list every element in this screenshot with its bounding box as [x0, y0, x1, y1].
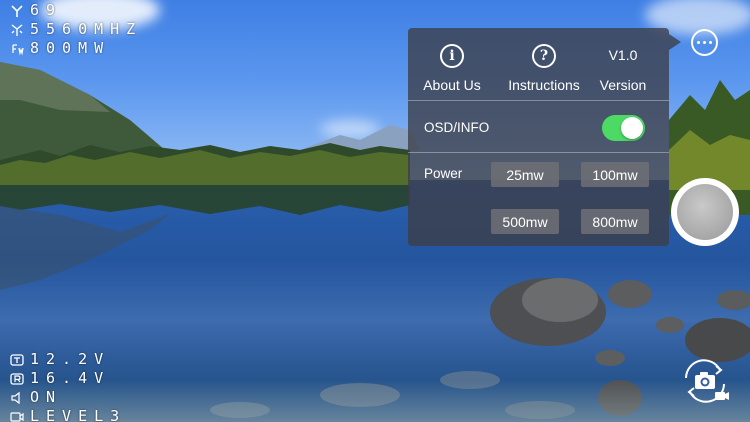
- version-info[interactable]: V1.0 Version: [592, 28, 654, 100]
- power-100mw-button[interactable]: 100mw: [581, 162, 649, 187]
- osd-signal-row: 69: [10, 1, 142, 20]
- about-us-button[interactable]: i About Us: [408, 28, 496, 100]
- osd-video-level-row: LEVEL3: [10, 407, 126, 422]
- osd-audio-value: ON: [30, 388, 63, 406]
- instructions-label: Instructions: [508, 77, 580, 93]
- instructions-button[interactable]: ? Instructions: [496, 28, 592, 100]
- power-25mw-button[interactable]: 25mw: [491, 162, 559, 187]
- osd-signal-value: 69: [30, 1, 63, 19]
- info-icon: i: [440, 44, 464, 68]
- version-value: V1.0: [608, 47, 638, 63]
- receiver-battery-icon: [10, 372, 24, 385]
- osd-frequency-row: 5560MHZ: [10, 20, 142, 39]
- power-500mw-button[interactable]: 500mw: [491, 209, 559, 234]
- osd-top-left: 69 5560MHZ 800MW: [10, 1, 142, 58]
- osd-info-toggle[interactable]: [602, 115, 645, 141]
- osd-info-label: OSD/INFO: [424, 120, 490, 135]
- transmitter-battery-icon: [10, 353, 24, 366]
- antenna-icon: [11, 4, 23, 17]
- osd-power-value: 800MW: [30, 39, 111, 57]
- divider: [408, 100, 669, 101]
- osd-video-level-value: LEVEL3: [30, 407, 127, 422]
- power-800mw-button[interactable]: 800mw: [581, 209, 649, 234]
- shutter-button[interactable]: [671, 178, 739, 246]
- settings-menu-panel: i About Us ? Instructions V1.0 Version O…: [408, 28, 681, 246]
- osd-frequency-value: 5560MHZ: [30, 20, 143, 38]
- divider: [408, 152, 669, 153]
- about-us-label: About Us: [423, 77, 481, 93]
- osd-audio-row: ON: [10, 388, 126, 407]
- more-dot: [703, 41, 706, 44]
- toggle-knob: [621, 117, 643, 139]
- osd-bottom-left: 12.2V 16.4V ON LEVEL3: [10, 350, 126, 422]
- more-options-button[interactable]: [691, 29, 718, 56]
- osd-tx-voltage-value: 12.2V: [30, 350, 111, 368]
- help-icon: ?: [532, 44, 556, 68]
- more-dot: [709, 41, 712, 44]
- more-dot: [697, 41, 700, 44]
- osd-tx-voltage-row: 12.2V: [10, 350, 126, 369]
- shutter-inner: [677, 184, 733, 240]
- switch-camera-icon[interactable]: [680, 358, 732, 404]
- osd-rx-voltage-row: 16.4V: [10, 369, 126, 388]
- power-label: Power: [424, 166, 463, 181]
- speaker-icon: [11, 391, 20, 404]
- video-camera-icon: [10, 411, 24, 422]
- osd-rx-voltage-value: 16.4V: [30, 369, 111, 387]
- version-label: Version: [599, 77, 647, 93]
- power-icon: [12, 43, 24, 56]
- osd-power-row: 800MW: [10, 39, 142, 58]
- menu-top-row: i About Us ? Instructions V1.0 Version: [408, 28, 669, 100]
- frequency-icon: [11, 23, 23, 36]
